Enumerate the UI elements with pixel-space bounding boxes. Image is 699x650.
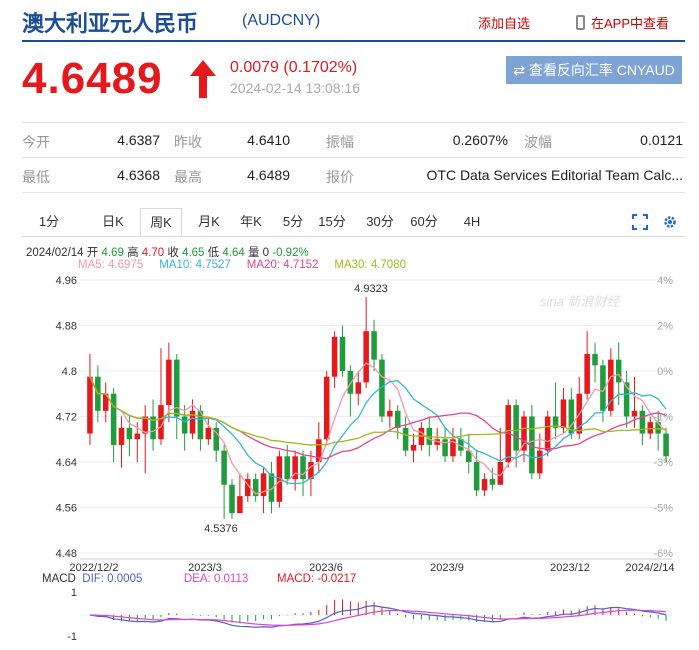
candle-body	[300, 456, 306, 480]
pct-tick-label: -5%	[653, 503, 673, 515]
y-tick-label: 4.72	[56, 412, 77, 424]
candle-body	[387, 410, 393, 417]
candle-body	[592, 353, 598, 366]
candle-body	[521, 416, 527, 451]
candle-body	[371, 331, 377, 360]
x-tick-label: 2023/3	[188, 562, 222, 574]
y-tick-label: 4.56	[56, 503, 77, 515]
pct-tick-label: -3%	[653, 457, 673, 469]
x-tick-label: 2023/9	[430, 562, 464, 574]
candle-body	[410, 444, 417, 451]
dif-line	[89, 605, 667, 628]
pct-tick-label: 2%	[657, 321, 673, 333]
candle-body	[584, 353, 590, 394]
candle-body	[323, 376, 330, 440]
x-tick-label: 2024/2/14	[626, 562, 675, 574]
candle-body	[237, 496, 243, 514]
candle-body	[647, 422, 654, 434]
candle-body	[560, 399, 567, 428]
y-tick-label: 4.8	[62, 366, 77, 378]
candle-body	[355, 382, 362, 394]
candle-body	[229, 484, 235, 514]
annotation-low: 4.5376	[204, 523, 238, 535]
candle-body	[473, 462, 480, 491]
candle-body	[284, 456, 291, 480]
candle-body	[402, 427, 409, 451]
candle-body	[615, 359, 622, 383]
macd-tick-label: -1	[67, 631, 77, 643]
candle-body	[134, 433, 141, 440]
candle-body	[331, 336, 338, 377]
candle-body	[663, 433, 669, 457]
candle-body	[489, 479, 496, 485]
y-tick-label: 4.96	[56, 275, 77, 287]
kline-chart[interactable]: 4.964.884.84.724.644.564.484%2%0%-1%-3%-…	[0, 0, 699, 650]
candle-body	[513, 405, 519, 451]
candle-body	[363, 331, 369, 383]
candle-body	[87, 376, 93, 434]
candle-body	[537, 450, 543, 474]
x-tick-label: 2023/6	[309, 562, 343, 574]
macd-tick-label: 1	[71, 587, 77, 599]
candle-body	[166, 359, 172, 406]
candle-body	[544, 416, 551, 451]
x-tick-label: 2022/12/2	[70, 562, 119, 574]
y-tick-label: 4.64	[56, 457, 77, 469]
x-tick-label: 2023/12	[550, 562, 590, 574]
candle-body	[118, 427, 125, 445]
candle-body	[394, 410, 401, 428]
pct-tick-label: 4%	[657, 275, 673, 287]
candle-body	[205, 427, 212, 440]
candle-body	[631, 410, 638, 417]
watermark: sina 新浪财经	[540, 294, 621, 309]
candle-body	[126, 427, 133, 440]
y-tick-label: 4.88	[56, 321, 77, 333]
candle-body	[221, 450, 227, 485]
candle-body	[339, 336, 346, 371]
pct-tick-label: 0%	[657, 366, 673, 378]
y-tick-label: 4.48	[56, 548, 77, 560]
candle-body	[481, 479, 488, 491]
annotation-high: 4.9323	[354, 283, 388, 295]
pct-tick-label: -6%	[653, 548, 673, 560]
candle-body	[181, 416, 188, 434]
candle-body	[110, 393, 117, 445]
